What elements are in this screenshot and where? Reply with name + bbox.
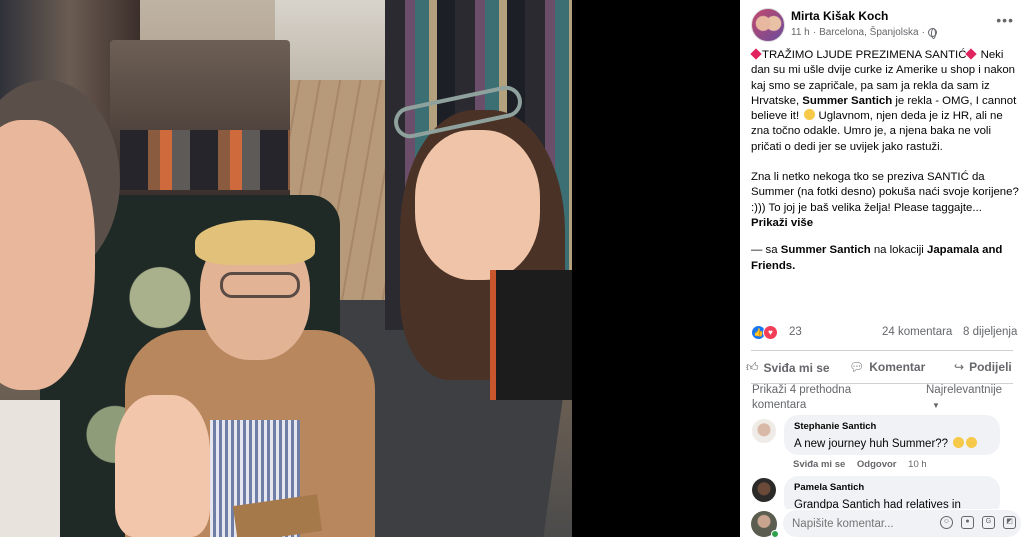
post-photo[interactable] — [0, 0, 572, 537]
post-time[interactable]: 11 h — [791, 27, 810, 38]
comment-composer: ☺ ● G ◩ — [740, 509, 1024, 537]
comment-time: 10 h — [908, 459, 927, 470]
red-diamond-icon — [750, 48, 762, 60]
comment-sort-dropdown[interactable]: Najrelevantnije ▼ — [926, 383, 1022, 413]
composer-tools: ☺ ● G ◩ — [940, 516, 1016, 529]
reactions-bar: 👍 ♥ 23 24 komentara 8 dijeljenja — [751, 324, 1019, 342]
online-status-icon — [771, 530, 779, 537]
like-button[interactable]: 👍︎ Sviđa mi se — [746, 360, 830, 375]
more-options-icon[interactable]: ••• — [996, 12, 1014, 28]
post-side-panel: Mirta Kišak Koch 11 h · Barcelona, Španj… — [740, 0, 1024, 537]
post-paragraph-1: TRAŽIMO LJUDE PREZIMENA SANTIĆ Neki dan … — [750, 48, 1017, 153]
post-meta: 11 h · Barcelona, Španjolska · — [791, 27, 937, 39]
see-more-link[interactable]: Prikaži više — [751, 217, 813, 229]
tag-line: — sa Summer Santich na lokaciji Japamala… — [751, 244, 1003, 272]
tagged-person-link[interactable]: Summer Santich — [781, 244, 871, 256]
post-paragraph-2: Zna li netko nekoga tko se preziva SANTI… — [751, 171, 1019, 229]
chevron-down-icon: ▼ — [932, 401, 940, 410]
speech-bubble-icon: 💬︎ — [849, 360, 865, 374]
facebook-photo-viewer: Mirta Kišak Koch 11 h · Barcelona, Španj… — [0, 0, 1024, 537]
avatar[interactable] — [752, 478, 776, 502]
author-avatar[interactable] — [751, 8, 785, 42]
mention-link[interactable]: Summer Santich — [802, 95, 892, 107]
avatar[interactable] — [752, 419, 776, 443]
share-arrow-icon: ↪ — [954, 360, 965, 374]
camera-icon[interactable]: ● — [961, 516, 974, 529]
comment-count[interactable]: 24 komentara — [882, 326, 952, 338]
thumbs-up-icon: 👍︎ — [746, 360, 759, 374]
comment-author[interactable]: Pamela Santich — [794, 482, 991, 493]
comment-text: A new journey huh Summer?? — [794, 437, 978, 450]
red-diamond-icon — [965, 48, 978, 60]
post-text: TRAŽIMO LJUDE PREZIMENA SANTIĆ Neki dan … — [750, 48, 1021, 274]
reaction-count[interactable]: 23 — [789, 326, 802, 338]
post-actions: 👍︎ Sviđa mi se 💬︎ Komentar ↪ Podijeli — [740, 355, 1024, 383]
author-name[interactable]: Mirta Kišak Koch — [791, 9, 888, 23]
comment-actions: Sviđa mi se Odgovor 10 h — [793, 459, 936, 470]
comment-author[interactable]: Stephanie Santich — [794, 421, 991, 432]
photo-backdrop — [572, 0, 740, 537]
globe-icon[interactable] — [927, 28, 937, 39]
laughing-emoji-icon — [953, 437, 965, 448]
comment-button[interactable]: 💬︎ Komentar — [849, 360, 925, 374]
comment-reply-link[interactable]: Odgovor — [857, 459, 897, 470]
emoji-picker-icon[interactable]: ☺ — [940, 516, 953, 529]
post-location[interactable]: Barcelona, Španjolska — [819, 27, 919, 38]
share-button[interactable]: ↪ Podijeli — [954, 360, 1012, 374]
sticker-icon[interactable]: ◩ — [1003, 516, 1016, 529]
gif-icon[interactable]: G — [982, 516, 995, 529]
divider — [751, 350, 1013, 351]
comment-like-link[interactable]: Sviđa mi se — [793, 459, 845, 470]
share-count[interactable]: 8 dijeljenja — [963, 326, 1017, 338]
grimace-emoji-icon — [804, 109, 816, 121]
comment-bubble: Stephanie Santich A new journey huh Summ… — [784, 415, 1000, 455]
love-reaction-icon[interactable]: ♥ — [763, 325, 778, 340]
laughing-emoji-icon — [966, 437, 978, 448]
post-header: Mirta Kišak Koch 11 h · Barcelona, Španj… — [740, 0, 1024, 44]
view-previous-comments[interactable]: Prikaži 4 prethodna komentara — [752, 383, 882, 413]
